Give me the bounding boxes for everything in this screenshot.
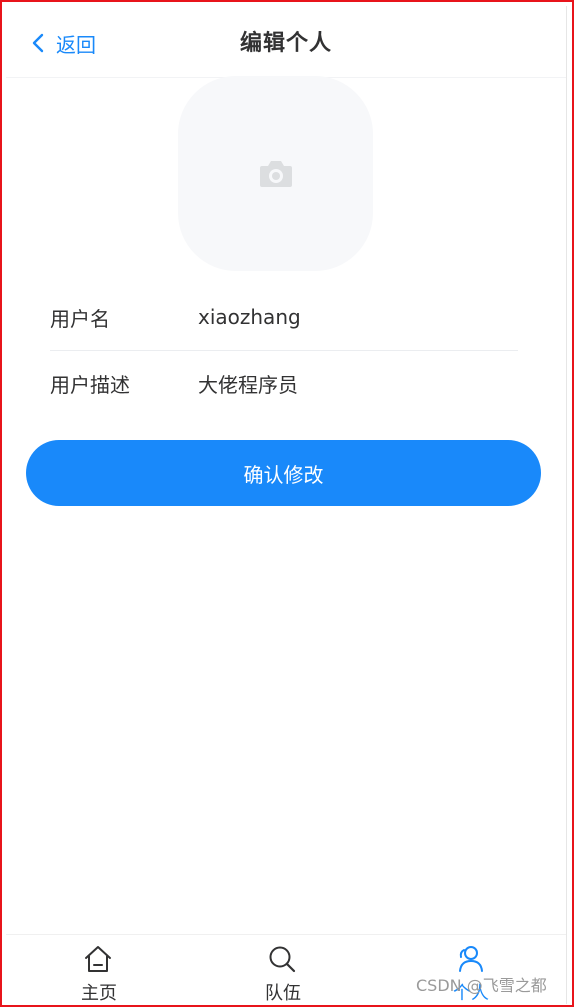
username-cell[interactable]: 用户名 xiaozhang xyxy=(50,284,518,351)
username-value: xiaozhang xyxy=(198,305,301,329)
description-value: 大佬程序员 xyxy=(198,372,298,397)
tab-home-label: 主页 xyxy=(81,983,117,1004)
nav-bar: 返回 编辑个人 xyxy=(6,6,566,78)
watermark: CSDN @飞雪之都 xyxy=(416,976,547,995)
user-icon xyxy=(459,946,483,972)
tab-team[interactable]: 队伍 xyxy=(190,935,376,1005)
avatar-uploader[interactable] xyxy=(178,76,373,271)
confirm-button[interactable]: 确认修改 xyxy=(26,440,541,506)
home-icon xyxy=(85,946,111,972)
username-label: 用户名 xyxy=(50,306,110,331)
description-label: 用户描述 xyxy=(50,372,130,397)
search-icon xyxy=(269,946,296,973)
description-cell[interactable]: 用户描述 大佬程序员 xyxy=(50,350,518,416)
camera-icon xyxy=(259,160,292,187)
tab-team-label: 队伍 xyxy=(265,983,301,1004)
tab-home[interactable]: 主页 xyxy=(6,935,192,1005)
phone-screen: 返回 编辑个人 用户名 xiaozhang 用户描述 大佬程序员 确认修改 主页 xyxy=(6,6,567,1005)
page-title: 编辑个人 xyxy=(239,31,332,56)
